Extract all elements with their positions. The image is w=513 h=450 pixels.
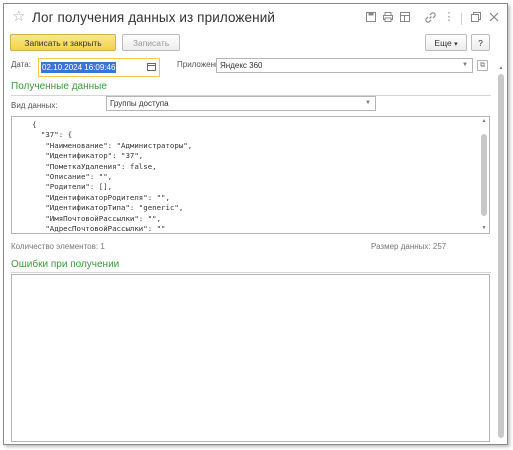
received-data-section-title: Полученные данные [11, 81, 107, 92]
date-label: Дата: [11, 60, 31, 69]
json-line: "Описание": "", [32, 172, 113, 182]
count-label-text: Количество элементов: [11, 242, 99, 251]
date-value: 02.10.2024 16:09:46 [41, 62, 117, 73]
date-field[interactable]: 02.10.2024 16:09:46 [38, 58, 160, 77]
app-window: ☆ Лог получения данных из приложений ⋮ З… [3, 3, 508, 445]
scroll-thumb[interactable] [498, 74, 504, 438]
json-line: { [32, 120, 37, 129]
scroll-up-icon[interactable]: ▲ [480, 118, 488, 125]
title-divider [461, 13, 462, 25]
table-icon[interactable] [399, 12, 411, 24]
json-line: "Родители": [], [32, 182, 113, 192]
received-data-textbox[interactable]: { "37": { "Наименование": "Администратор… [11, 116, 490, 234]
app-field[interactable]: Яндекс 360 ▼ [216, 58, 473, 73]
close-icon[interactable] [488, 12, 500, 24]
json-line: "ПометкаУдаления": false, [32, 161, 157, 171]
size-label-text: Размер данных: [371, 242, 431, 251]
json-line: "Идентификатор": "37", [32, 151, 144, 161]
scroll-thumb[interactable] [481, 134, 487, 216]
print-icon[interactable] [382, 12, 394, 24]
restore-icon[interactable] [470, 12, 482, 24]
help-button[interactable]: ? [471, 34, 490, 51]
data-type-label: Вид данных: [11, 101, 58, 110]
json-content: { "37": { "Наименование": "Администратор… [32, 120, 193, 234]
calendar-icon[interactable] [146, 62, 156, 72]
size-value: 257 [432, 242, 447, 251]
open-icon[interactable]: ⧉ [477, 60, 488, 71]
save-icon[interactable] [365, 12, 377, 24]
json-line: "ИдентификаторРодителя": "", [32, 192, 170, 202]
more-label: Еще [434, 38, 452, 48]
size-label: Размер данных: 257 [371, 242, 446, 251]
json-line: "ИмяПочтовойРассылки": "", [32, 213, 162, 223]
star-icon[interactable]: ☆ [12, 9, 25, 25]
scroll-up-icon[interactable]: ▲ [497, 64, 505, 72]
app-value: Яндекс 360 [220, 61, 263, 70]
errors-textbox[interactable] [11, 274, 490, 442]
window-title: Лог получения данных из приложений [32, 10, 275, 25]
data-type-field[interactable]: Группы доступа ▼ [106, 96, 376, 111]
scroll-down-icon[interactable]: ▼ [480, 225, 488, 232]
json-line: "Наименование": "Администраторы", [32, 140, 193, 150]
more-icon[interactable]: ⋮ [443, 12, 455, 24]
json-line: "АдресПочтовойРассылки": "" [32, 224, 166, 234]
chevron-down-icon[interactable]: ▼ [365, 97, 371, 110]
title-bar: ☆ Лог получения данных из приложений ⋮ [4, 4, 507, 32]
json-line: "37": { [32, 130, 73, 140]
section-divider [11, 272, 491, 273]
link-icon[interactable] [424, 12, 436, 24]
json-line: "ИдентификаторТипа": "generic", [32, 203, 184, 213]
textbox-scrollbar[interactable]: ▲ ▼ [480, 118, 488, 232]
more-button[interactable]: Еще ▾ [425, 34, 467, 51]
save-button[interactable]: Записать [122, 34, 180, 51]
errors-section-title: Ошибки при получении [11, 259, 120, 270]
data-type-value: Группы доступа [110, 99, 169, 108]
chevron-down-icon[interactable]: ▼ [462, 59, 468, 72]
save-and-close-button[interactable]: Записать и закрыть [10, 34, 116, 51]
chevron-down-icon: ▾ [454, 41, 458, 48]
window-scrollbar[interactable]: ▲ [497, 64, 505, 442]
count-value: 1 [100, 242, 105, 251]
count-label: Количество элементов: 1 [11, 242, 105, 251]
